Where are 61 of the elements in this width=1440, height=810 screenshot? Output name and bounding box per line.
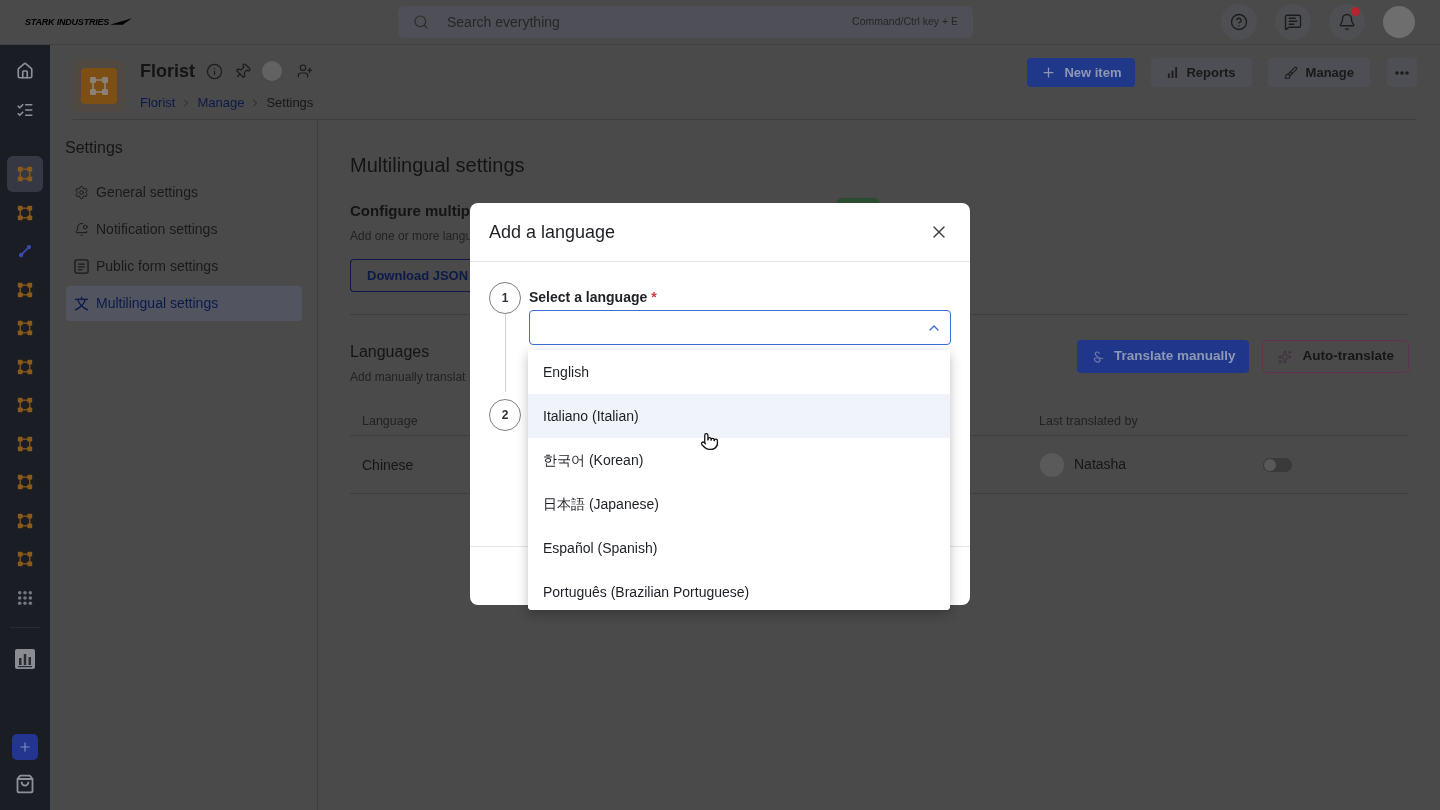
help-button[interactable]: [1221, 4, 1257, 40]
user-avatar[interactable]: [1383, 6, 1415, 38]
translate-icon: [74, 296, 89, 311]
hand-cursor-icon: [700, 432, 719, 451]
add-user-icon[interactable]: [297, 63, 313, 79]
brush-icon: [1283, 65, 1298, 80]
more-button[interactable]: [1387, 58, 1417, 87]
messages-button[interactable]: [1275, 4, 1311, 40]
logo-swoosh-icon: [110, 18, 133, 26]
help-icon: [1230, 13, 1248, 31]
form-icon: [74, 259, 89, 274]
dropdown-option[interactable]: English: [528, 350, 950, 394]
dropdown-option[interactable]: Español (Spanish): [528, 526, 950, 570]
dropdown-option[interactable]: 日本語 (Japanese): [528, 482, 950, 526]
toolbar-button[interactable]: Manage: [1267, 58, 1370, 87]
info-icon[interactable]: [206, 62, 223, 80]
signature-icon: [1091, 350, 1104, 363]
settings-nav-item[interactable]: Multilingual settings: [66, 286, 302, 321]
app-frame-icon: [73, 60, 125, 112]
home-icon: [16, 61, 34, 80]
frame-icon: [17, 551, 33, 568]
link-icon: [18, 244, 32, 259]
frame-icon: [17, 397, 33, 414]
shopping-bag-icon: [15, 773, 35, 794]
language-select[interactable]: [529, 310, 951, 345]
new-item-button[interactable]: New item: [1027, 58, 1136, 87]
dropdown-option[interactable]: Português (Brazilian Portuguese): [528, 570, 950, 610]
dropdown-option[interactable]: Italiano (Italian): [528, 394, 950, 438]
sidebar-item[interactable]: [7, 156, 43, 193]
plus-icon: [18, 739, 32, 754]
breadcrumb-link[interactable]: Florist: [140, 93, 176, 113]
bell-icon: [74, 222, 89, 237]
bar-chart-icon: [15, 649, 35, 669]
frame-icon: [17, 435, 33, 452]
dialog-title: Add a language: [489, 220, 616, 244]
plus-icon: [1041, 65, 1057, 80]
frame-icon: [17, 320, 33, 337]
frame-icon: [17, 166, 33, 183]
frame-icon: [17, 358, 33, 375]
breadcrumb-link[interactable]: Manage: [197, 93, 245, 113]
message-icon: [1284, 13, 1302, 31]
bar-chart-icon: [1167, 67, 1179, 78]
frame-icon: [17, 512, 33, 529]
frame-icon: [17, 281, 33, 298]
ellipsis-icon: [1395, 70, 1409, 75]
sparkles-icon: [1278, 349, 1293, 364]
translate-manually-button[interactable]: Translate manually: [1076, 340, 1250, 373]
frame-icon: [17, 474, 33, 491]
add-button[interactable]: [12, 733, 38, 760]
search-icon: [413, 14, 429, 30]
toolbar-button[interactable]: Reports: [1151, 58, 1252, 87]
required-mark: *: [651, 287, 657, 307]
frame-icon: [17, 204, 33, 221]
toggle-switch[interactable]: [1263, 457, 1292, 472]
field-label: Select a language: [529, 287, 648, 307]
logo-text: STARK INDUSTRIES: [25, 16, 110, 28]
bell-icon: [1338, 13, 1356, 31]
apps-grid-icon: [17, 589, 33, 606]
dropdown-option[interactable]: 한국어 (Korean): [528, 438, 950, 482]
notifications-button[interactable]: [1329, 4, 1365, 40]
settings-icon: [74, 185, 89, 200]
